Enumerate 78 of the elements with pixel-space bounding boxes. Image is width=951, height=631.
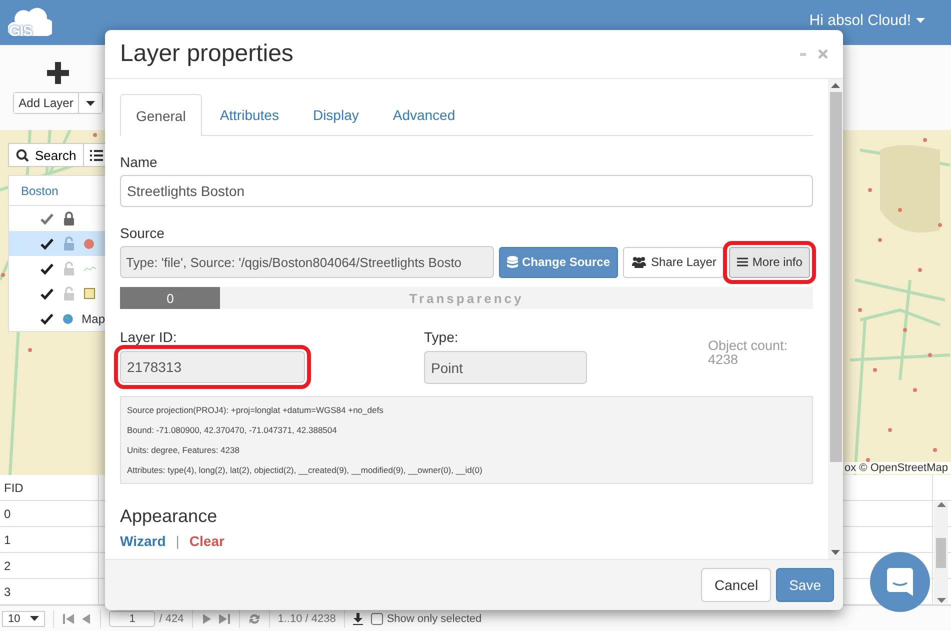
transparency-slider[interactable]: 0 Transparency <box>120 287 813 309</box>
link[interactable]: Clear <box>189 533 224 549</box>
tab[interactable]: General <box>120 94 202 136</box>
dropdown-button[interactable] <box>78 93 102 113</box>
name-field[interactable]: Streetlights Boston <box>120 175 813 207</box>
change-source-button[interactable]: Change Source <box>499 246 618 278</box>
save-button[interactable]: Save <box>776 568 834 602</box>
users-icon <box>631 256 648 268</box>
scrollbar-thumb[interactable] <box>830 92 842 462</box>
check-icon[interactable] <box>40 312 54 324</box>
table-cell: 2 <box>0 553 99 578</box>
object-count-value: 4238 <box>708 352 738 366</box>
point-symbol-icon <box>84 238 94 248</box>
check-icon[interactable] <box>40 212 54 224</box>
share-layer-button[interactable]: Share Layer <box>623 246 724 278</box>
page-input[interactable]: 1 <box>109 610 156 626</box>
download-icon[interactable] <box>352 612 363 624</box>
type-field[interactable]: Point <box>424 351 587 384</box>
caret-icon <box>936 502 946 507</box>
scrollbar-thumb[interactable] <box>936 538 946 568</box>
field-label: Type: <box>424 329 460 345</box>
user-menu[interactable]: Hi absol Cloud! <box>809 12 925 29</box>
table-cell: 3 <box>0 579 99 604</box>
database-icon <box>507 256 518 268</box>
section-heading: Appearance <box>120 506 218 527</box>
info-text: Attributes: type(4), long(2), lat(2), objectid(2), __created(9), __modified(9), __owner(0), __id(0) <box>127 464 484 477</box>
polygon-symbol-icon <box>84 288 95 299</box>
source-field[interactable]: Type: 'file', Source: '/qgis/Boston804064/Streetlights Bosto <box>120 246 494 278</box>
info-text: Source projection(PROJ4): +proj=longlat +datum=WGS84 +no_defs <box>127 404 384 417</box>
chat-icon[interactable] <box>887 568 913 596</box>
separator-text: | <box>176 533 180 549</box>
tab[interactable]: Display <box>296 94 375 135</box>
cancel-button[interactable]: Cancel <box>701 568 772 602</box>
search-icon <box>16 148 29 162</box>
info-text: Bound: -71.080900, 42.370470, -71.047371, 42.388504 <box>127 424 338 437</box>
lock-icon[interactable] <box>63 211 75 226</box>
logo-text: GIS <box>9 22 32 40</box>
field-label: Name <box>120 154 158 170</box>
check-icon[interactable] <box>40 262 54 274</box>
tab[interactable]: Advanced <box>376 94 472 135</box>
refresh-icon[interactable] <box>248 612 261 624</box>
tab[interactable]: Attributes <box>204 94 295 135</box>
link[interactable]: Wizard <box>120 533 166 549</box>
menu-icon <box>737 257 748 267</box>
field-label: Source <box>120 225 166 241</box>
page-count: / 424 <box>159 612 184 624</box>
record-range: 1..10 / 4238 <box>278 612 336 624</box>
caret-icon <box>831 550 840 555</box>
scrollbar[interactable] <box>934 502 948 603</box>
layer-name[interactable]: Map <box>82 312 105 326</box>
globe-icon <box>62 314 73 324</box>
check-icon[interactable] <box>40 288 54 300</box>
map-attribution: ox © OpenStreetMap <box>842 462 951 474</box>
slider-label: Transparency <box>409 290 524 306</box>
caret-icon <box>831 83 840 88</box>
group-link[interactable]: Boston <box>21 184 58 198</box>
list-icon <box>90 150 104 160</box>
info-text: Units: degree, Features: 4238 <box>127 444 240 457</box>
field-label: Layer ID: <box>120 329 178 345</box>
scrollbar[interactable] <box>828 79 843 559</box>
table-cell: 0 <box>0 501 99 526</box>
object-count-label: Object count: <box>708 339 789 352</box>
caret-icon <box>916 18 925 23</box>
page-size-select[interactable]: 10 <box>2 610 46 626</box>
check-icon[interactable] <box>40 238 54 250</box>
plus-icon[interactable] <box>47 62 69 84</box>
last-page-icon[interactable] <box>218 612 231 624</box>
caret-icon <box>936 598 946 603</box>
dialog-title: Layer properties <box>120 40 294 68</box>
checkbox-label[interactable]: Show only selected <box>386 612 482 624</box>
column-header[interactable]: FID <box>0 475 99 500</box>
first-page-icon[interactable] <box>62 612 76 624</box>
caret-icon <box>30 616 40 621</box>
checkbox[interactable] <box>370 612 383 624</box>
caret-icon <box>86 100 96 106</box>
table-cell: 1 <box>0 527 99 552</box>
line-symbol-icon <box>84 266 96 272</box>
slider-value: 0 <box>166 290 174 306</box>
